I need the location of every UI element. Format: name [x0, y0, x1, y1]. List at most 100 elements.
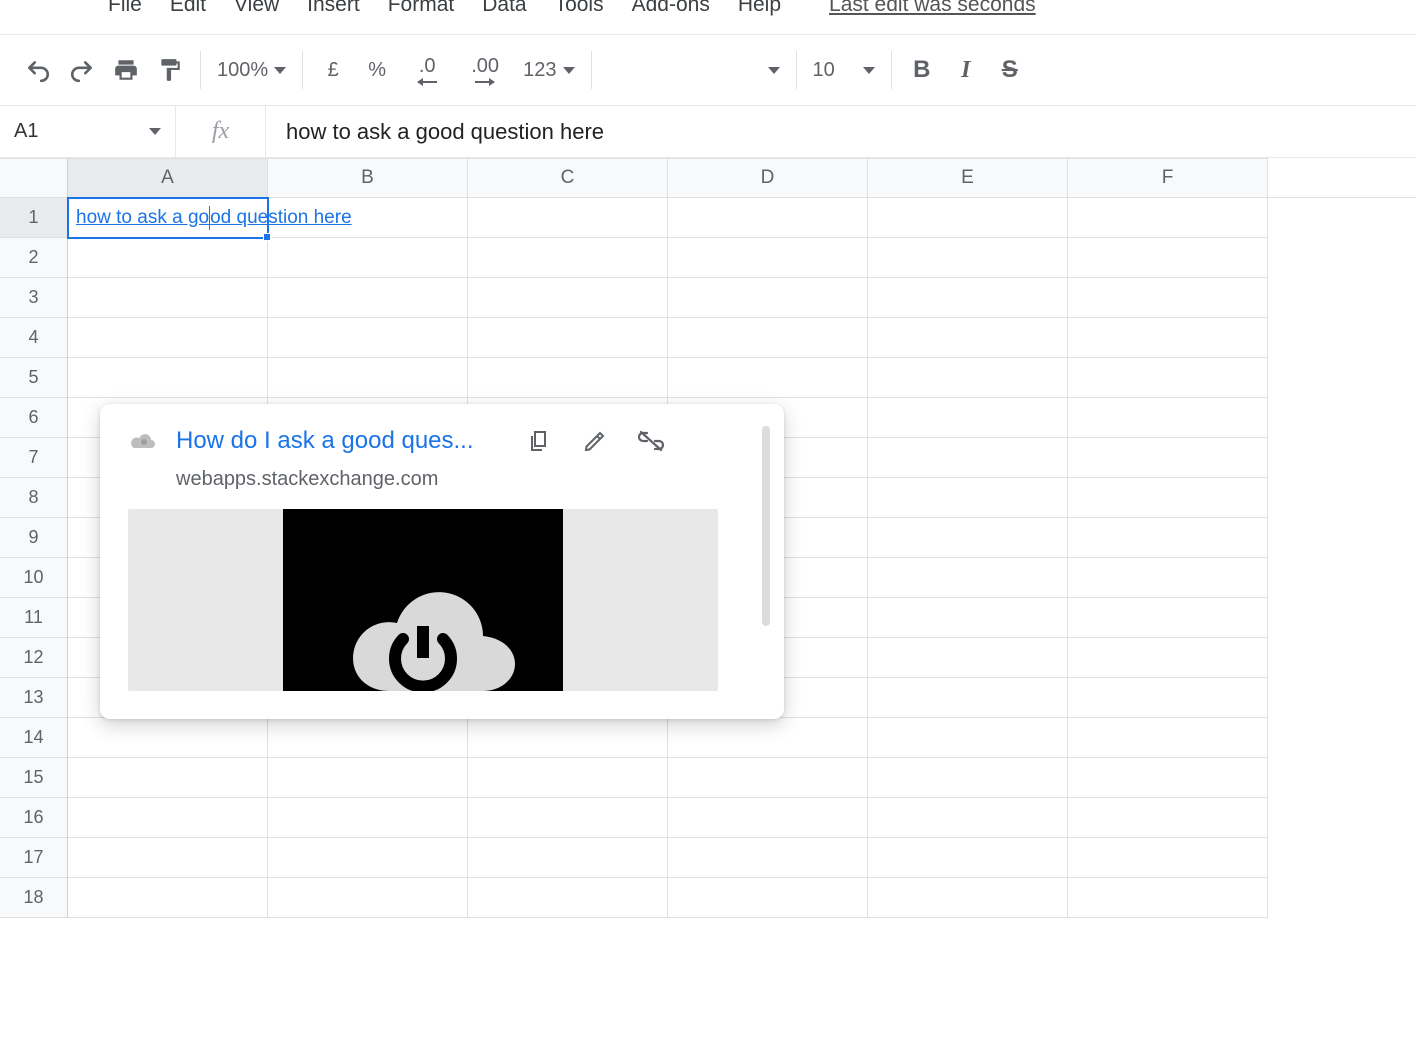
cell[interactable] — [268, 838, 468, 878]
increase-decimal-button[interactable]: .00 — [457, 50, 513, 90]
decrease-decimal-button[interactable]: .0 — [401, 50, 453, 90]
menu-insert[interactable]: Insert — [307, 0, 360, 17]
cell[interactable] — [468, 878, 668, 918]
column-header[interactable]: F — [1068, 158, 1268, 197]
cell[interactable] — [868, 758, 1068, 798]
cell[interactable] — [268, 878, 468, 918]
more-formats-dropdown[interactable]: 123 — [517, 59, 580, 82]
row-header[interactable]: 14 — [0, 718, 68, 758]
cell[interactable] — [868, 318, 1068, 358]
bold-button[interactable]: B — [902, 50, 942, 90]
cell[interactable] — [268, 358, 468, 398]
cell[interactable] — [868, 838, 1068, 878]
row-header[interactable]: 5 — [0, 358, 68, 398]
undo-button[interactable] — [18, 50, 58, 90]
cell[interactable] — [868, 878, 1068, 918]
cell[interactable] — [868, 798, 1068, 838]
cell[interactable] — [1068, 318, 1268, 358]
link-preview-title[interactable]: How do I ask a good ques... — [176, 427, 506, 455]
cell[interactable] — [668, 198, 868, 238]
cell[interactable] — [68, 238, 268, 278]
cell[interactable] — [1068, 198, 1268, 238]
row-header[interactable]: 10 — [0, 558, 68, 598]
format-currency-button[interactable]: £ — [313, 50, 353, 90]
cell[interactable] — [868, 518, 1068, 558]
cell[interactable] — [668, 878, 868, 918]
edit-link-button[interactable] — [580, 426, 610, 456]
menu-view[interactable]: View — [234, 0, 279, 17]
cell[interactable] — [68, 718, 268, 758]
row-header[interactable]: 16 — [0, 798, 68, 838]
cell[interactable] — [1068, 558, 1268, 598]
cell[interactable] — [668, 798, 868, 838]
cell[interactable] — [68, 318, 268, 358]
cell[interactable] — [68, 838, 268, 878]
cell[interactable] — [668, 278, 868, 318]
cell[interactable] — [1068, 358, 1268, 398]
cell[interactable] — [1068, 278, 1268, 318]
zoom-dropdown[interactable]: 100% — [211, 59, 292, 82]
name-box[interactable]: A1 — [0, 106, 176, 157]
cell[interactable] — [268, 278, 468, 318]
cell[interactable] — [1068, 398, 1268, 438]
cell[interactable] — [1068, 878, 1268, 918]
cell[interactable] — [468, 758, 668, 798]
row-header[interactable]: 15 — [0, 758, 68, 798]
row-header[interactable]: 12 — [0, 638, 68, 678]
row-header[interactable]: 18 — [0, 878, 68, 918]
cell[interactable] — [68, 798, 268, 838]
cell[interactable] — [268, 718, 468, 758]
cell[interactable] — [268, 318, 468, 358]
cell[interactable] — [1068, 238, 1268, 278]
menu-tools[interactable]: Tools — [555, 0, 604, 17]
cell[interactable] — [868, 638, 1068, 678]
cell[interactable] — [468, 318, 668, 358]
cell[interactable] — [1068, 758, 1268, 798]
cell[interactable] — [868, 238, 1068, 278]
cell[interactable] — [1068, 518, 1268, 558]
select-all-corner[interactable] — [0, 158, 68, 197]
column-header[interactable]: B — [268, 158, 468, 197]
cell[interactable] — [468, 798, 668, 838]
cell[interactable] — [868, 678, 1068, 718]
row-header[interactable]: 8 — [0, 478, 68, 518]
last-edit-status[interactable]: Last edit was seconds — [829, 0, 1036, 17]
card-scrollbar[interactable] — [762, 426, 770, 626]
row-header[interactable]: 3 — [0, 278, 68, 318]
cell[interactable] — [868, 558, 1068, 598]
cell[interactable] — [668, 718, 868, 758]
format-percent-button[interactable]: % — [357, 50, 397, 90]
cell[interactable] — [868, 198, 1068, 238]
cell[interactable] — [868, 438, 1068, 478]
menu-file[interactable]: File — [108, 0, 142, 17]
print-button[interactable] — [106, 50, 146, 90]
formula-input[interactable]: how to ask a good question here — [266, 119, 1416, 145]
paint-format-button[interactable] — [150, 50, 190, 90]
cell[interactable] — [68, 758, 268, 798]
cell[interactable] — [468, 238, 668, 278]
cell[interactable] — [68, 358, 268, 398]
cell[interactable] — [668, 358, 868, 398]
cell[interactable] — [1068, 838, 1268, 878]
cell[interactable] — [468, 718, 668, 758]
cell[interactable] — [1068, 438, 1268, 478]
row-header[interactable]: 4 — [0, 318, 68, 358]
cell[interactable] — [68, 878, 268, 918]
cell[interactable] — [468, 358, 668, 398]
column-header[interactable]: A — [68, 158, 268, 197]
cell[interactable] — [468, 278, 668, 318]
cell[interactable] — [468, 838, 668, 878]
cell[interactable] — [868, 398, 1068, 438]
copy-link-button[interactable] — [524, 426, 554, 456]
row-header[interactable]: 6 — [0, 398, 68, 438]
row-header[interactable]: 2 — [0, 238, 68, 278]
row-header[interactable]: 9 — [0, 518, 68, 558]
italic-button[interactable]: I — [946, 50, 986, 90]
cell[interactable] — [668, 238, 868, 278]
strikethrough-button[interactable]: S — [990, 50, 1030, 90]
row-header[interactable]: 13 — [0, 678, 68, 718]
menu-data[interactable]: Data — [482, 0, 526, 17]
cell[interactable] — [1068, 798, 1268, 838]
cell[interactable] — [868, 598, 1068, 638]
menu-addons[interactable]: Add-ons — [632, 0, 710, 17]
